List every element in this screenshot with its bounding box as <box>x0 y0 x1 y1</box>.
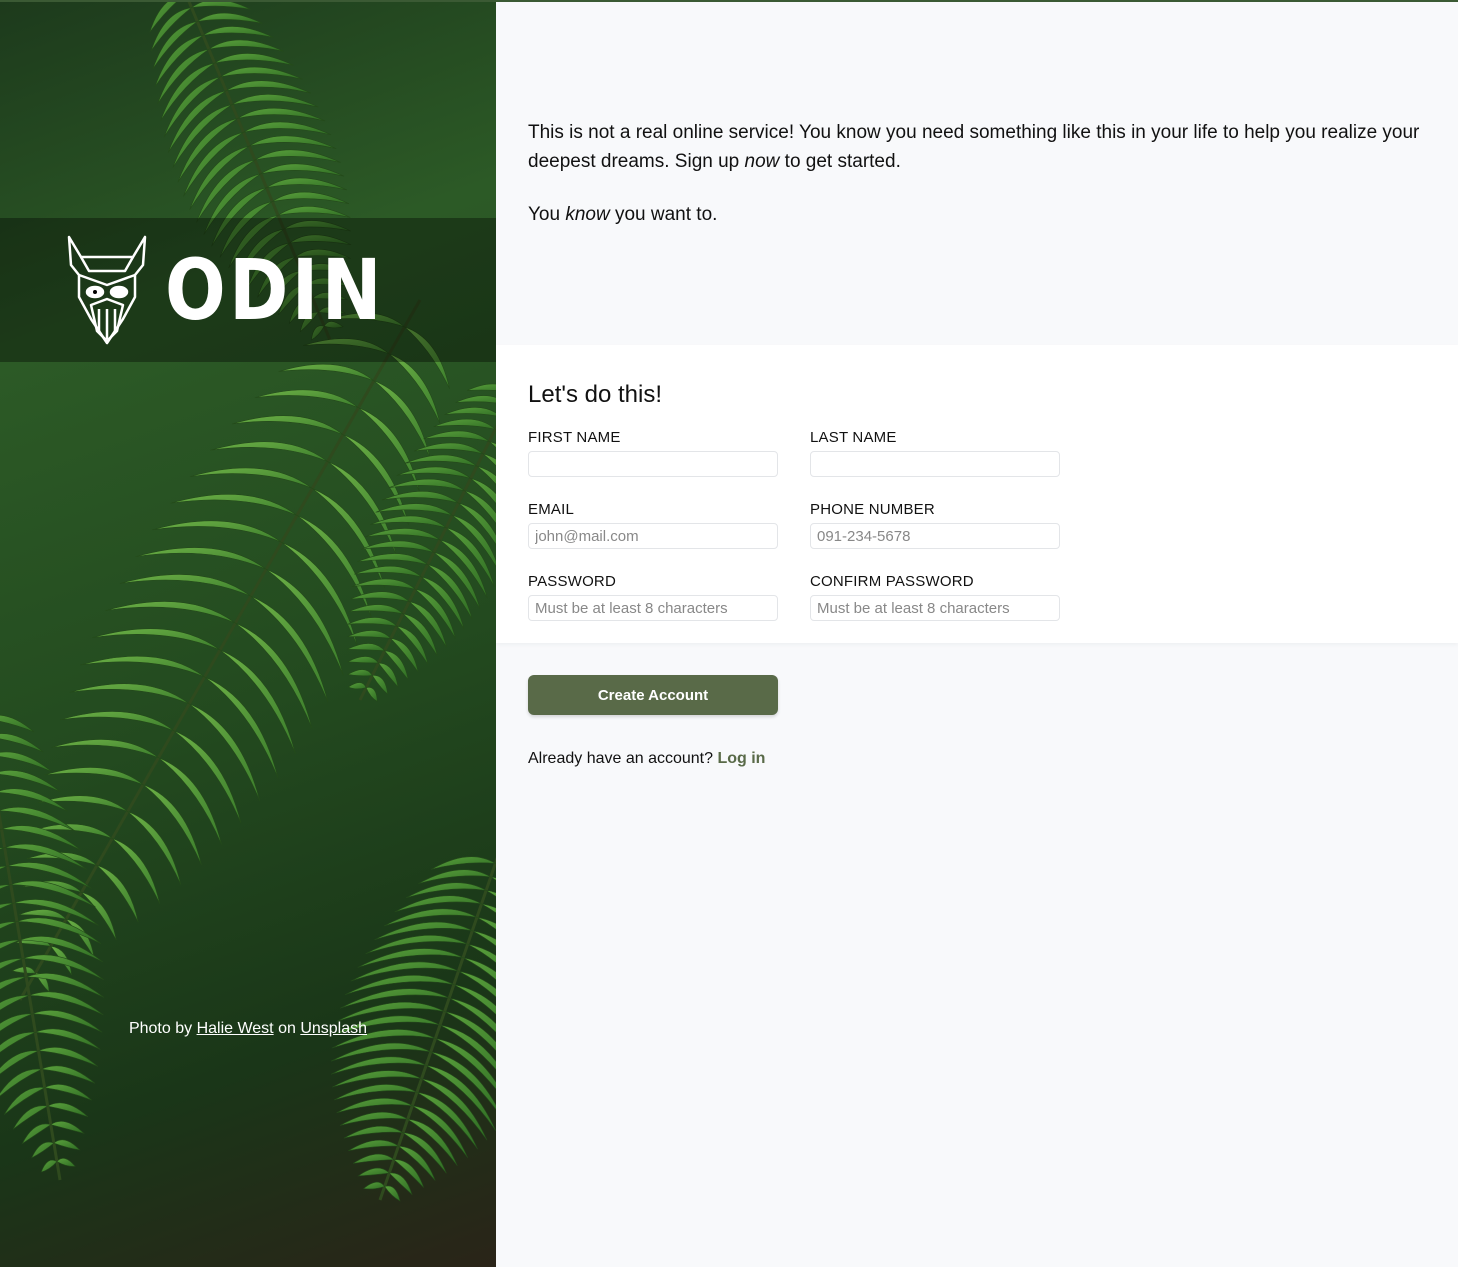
form-title: Let's do this! <box>528 381 662 408</box>
last-name-label: LAST NAME <box>810 429 897 446</box>
email-input[interactable] <box>528 523 778 549</box>
brand-logo: ODIN <box>65 235 424 345</box>
first-name-field: FIRST NAME <box>528 429 778 477</box>
intro-section: This is not a real online service! You k… <box>496 0 1458 345</box>
login-link[interactable]: Log in <box>717 750 765 767</box>
fern-background-image <box>0 0 496 1202</box>
credit-prefix: Photo by <box>128 1020 193 1037</box>
password-label: PASSWORD <box>528 573 616 590</box>
confirm-password-field: CONFIRM PASSWORD <box>810 573 1060 621</box>
credit-source-link[interactable]: Unsplash <box>300 1020 367 1037</box>
phone-input[interactable] <box>810 523 1060 549</box>
brand-name: ODIN <box>164 241 385 339</box>
login-prompt: Already have an account? Log in <box>528 750 1426 768</box>
hero-panel: ODIN Photo by Halie West on Unsplash <box>0 0 496 1267</box>
top-accent-line <box>0 0 1458 2</box>
first-name-label: FIRST NAME <box>528 429 621 446</box>
email-field: EMAIL <box>528 501 778 549</box>
password-field: PASSWORD <box>528 573 778 621</box>
credit-mid: on <box>278 1020 296 1037</box>
create-account-button[interactable]: Create Account <box>528 675 778 715</box>
logo-band: ODIN <box>0 218 496 362</box>
intro-paragraph: This is not a real online service! You k… <box>528 122 1420 172</box>
intro-tagline: You know you want to. <box>528 204 718 225</box>
form-grid: FIRST NAME LAST NAME EMAIL PHONE NUMBER … <box>528 429 1426 621</box>
confirm-password-input[interactable] <box>810 595 1060 621</box>
odin-viking-icon <box>67 235 146 345</box>
photo-credit: Photo by Halie West on Unsplash <box>0 1020 496 1038</box>
cta-section: Create Account Already have an account? … <box>496 643 1458 768</box>
phone-label: PHONE NUMBER <box>810 501 935 518</box>
password-input[interactable] <box>528 595 778 621</box>
email-label: EMAIL <box>528 501 575 518</box>
confirm-password-label: CONFIRM PASSWORD <box>810 573 974 590</box>
main-content: This is not a real online service! You k… <box>496 0 1458 1267</box>
last-name-field: LAST NAME <box>810 429 1060 477</box>
login-prompt-text: Already have an account? <box>528 750 714 767</box>
phone-field: PHONE NUMBER <box>810 501 1060 549</box>
last-name-input[interactable] <box>810 451 1060 477</box>
credit-author-link[interactable]: Halie West <box>197 1020 274 1037</box>
signup-page: ODIN Photo by Halie West on Unsplash Thi… <box>0 0 1458 1267</box>
first-name-input[interactable] <box>528 451 778 477</box>
signup-form-section: Let's do this! FIRST NAME LAST NAME EMAI… <box>496 345 1458 643</box>
